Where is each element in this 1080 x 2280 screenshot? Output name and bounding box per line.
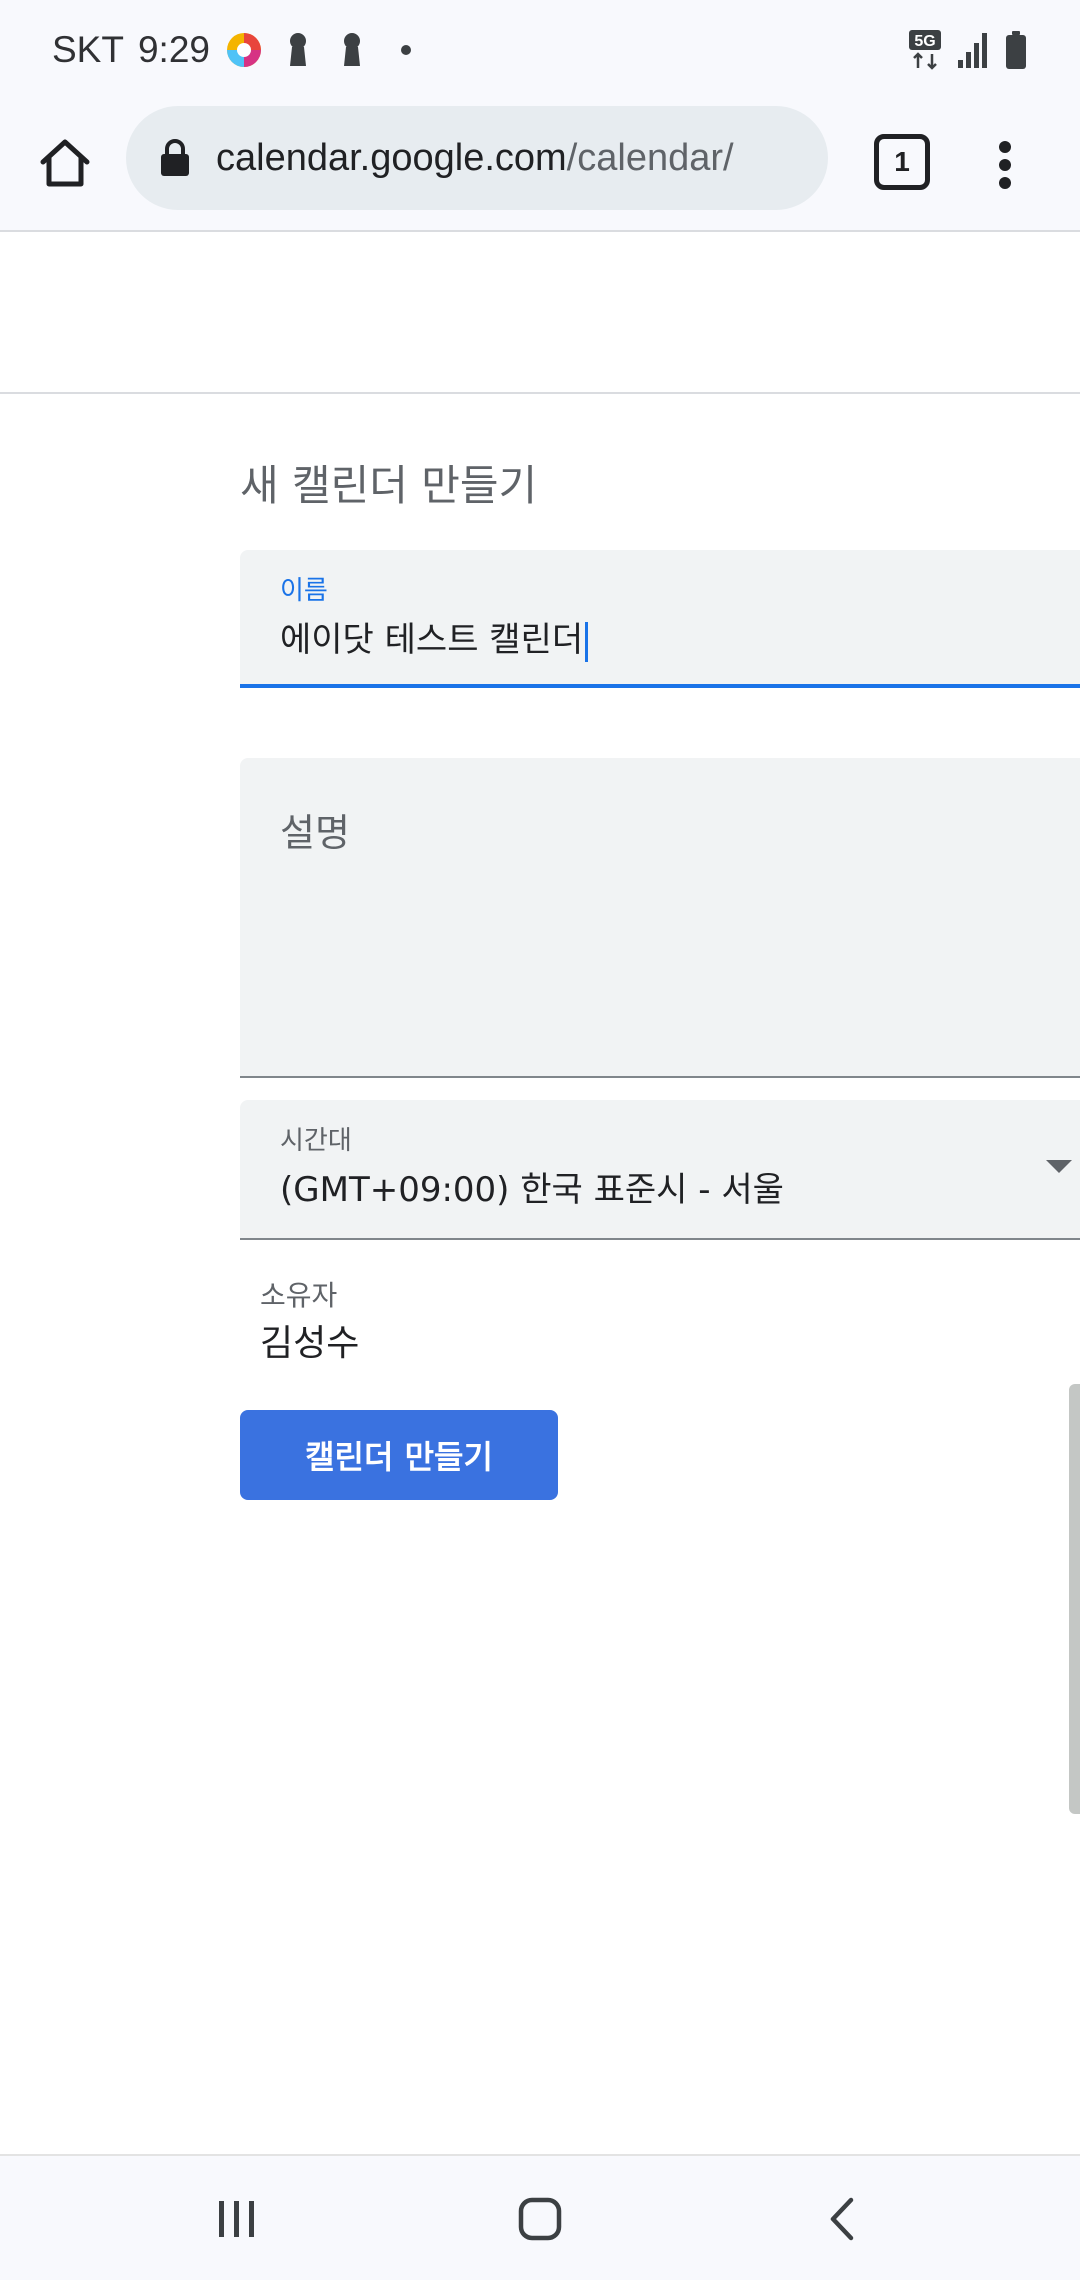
tabs-button[interactable]: 1 — [874, 134, 930, 190]
text-caret — [585, 621, 589, 662]
status-right: 5G — [908, 26, 1028, 74]
network-badge: 5G — [914, 33, 935, 50]
carrier-label: SKT — [52, 29, 124, 70]
name-field-value-wrap: 에이닷 테스트 캘린더 — [280, 612, 589, 662]
network-5g-icon: 5G — [909, 30, 941, 70]
name-field-label: 이름 — [280, 576, 328, 606]
browser-toolbar: calendar.google.com/calendar/ 1 — [0, 100, 1080, 232]
signal-icon — [958, 33, 987, 68]
clock: 9:29 — [137, 29, 210, 70]
more-menu-button[interactable] — [980, 130, 1030, 200]
tab-count: 1 — [894, 146, 910, 177]
timezone-select[interactable]: 시간대 (GMT+09:00) 한국 표준시 - 서울 — [240, 1100, 1080, 1240]
status-left: SKT 9:29 — [52, 22, 426, 78]
page-header-strip — [0, 232, 1080, 394]
url-bar[interactable]: calendar.google.com/calendar/ — [126, 106, 828, 210]
lock-icon — [161, 139, 189, 176]
recent-apps-button[interactable] — [192, 2174, 282, 2264]
dot-icon — [400, 45, 411, 55]
name-field-value: 에이닷 테스트 캘린더 — [280, 620, 584, 660]
description-field[interactable]: 설명 — [240, 758, 1080, 1078]
back-button[interactable] — [797, 2174, 887, 2264]
calendar-name-field[interactable]: 이름 에이닷 테스트 캘린더 — [240, 550, 1080, 688]
nav-home-button[interactable] — [495, 2174, 585, 2264]
key-icon — [343, 33, 360, 66]
key-icon — [289, 33, 306, 66]
system-nav-bar — [0, 2154, 1080, 2280]
description-placeholder: 설명 — [280, 811, 350, 855]
page-title: 새 캘린더 만들기 — [240, 461, 538, 510]
status-bar: SKT 9:29 5G — [0, 0, 1080, 100]
recent-apps-icon — [219, 2201, 254, 2237]
home-icon — [40, 139, 90, 187]
home-icon — [518, 2197, 562, 2241]
dropdown-arrow-icon[interactable] — [1046, 1160, 1072, 1173]
url-text: calendar.google.com/calendar/ — [216, 137, 734, 180]
home-button[interactable] — [30, 128, 100, 198]
timezone-value: (GMT+09:00) 한국 표준시 - 서울 — [280, 1170, 784, 1210]
owner-label: 소유자 — [260, 1279, 338, 1312]
battery-icon — [1006, 31, 1026, 69]
url-domain: calendar.google.com — [216, 136, 567, 179]
more-vert-icon — [999, 141, 1011, 189]
scrollbar-thumb[interactable] — [1069, 1384, 1080, 1814]
timezone-label: 시간대 — [280, 1126, 352, 1156]
create-calendar-button[interactable]: 캘린더 만들기 — [240, 1410, 558, 1500]
back-icon — [830, 2197, 854, 2241]
app-icon — [226, 33, 261, 67]
url-path: /calendar/ — [566, 136, 734, 179]
owner-value: 김성수 — [260, 1323, 360, 1364]
